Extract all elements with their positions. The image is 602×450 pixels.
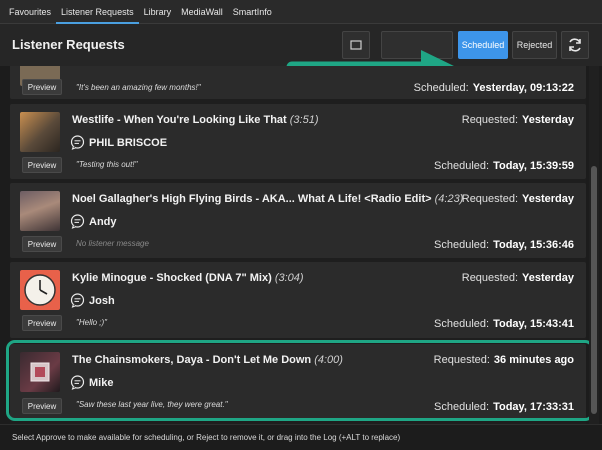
song-title: Kylie Minogue - Shocked (DNA 7" Mix) (3:… xyxy=(72,272,304,284)
scheduled-button[interactable]: Scheduled xyxy=(458,31,508,59)
requests-header: Listener Requests Scheduled Rejected xyxy=(0,24,602,84)
tab-favourites[interactable]: Favourites xyxy=(4,0,56,24)
scheduled-time: Scheduled: Yesterday, 09:13:22 xyxy=(413,82,574,94)
request-card[interactable]: Preview Noel Gallagher's High Flying Bir… xyxy=(10,183,586,258)
song-title: Noel Gallagher's High Flying Birds - AKA… xyxy=(72,193,464,205)
listener-message: "It's been an amazing few months!" xyxy=(76,83,201,92)
listener-name: PHIL BRISCOE xyxy=(70,135,167,150)
requested-time: Requested: Yesterday xyxy=(461,272,574,284)
rejected-button[interactable]: Rejected xyxy=(512,31,557,59)
preview-button[interactable]: Preview xyxy=(22,315,62,331)
preview-button[interactable]: Preview xyxy=(22,236,62,252)
tab-listener-requests[interactable]: Listener Requests xyxy=(56,0,139,24)
footer-hint: Select Approve to make available for sch… xyxy=(12,433,401,442)
chat-bubble-icon xyxy=(70,214,85,229)
scrollbar-thumb[interactable] xyxy=(591,166,597,414)
chat-bubble-icon xyxy=(70,293,85,308)
list-scrollbar[interactable] xyxy=(589,66,599,424)
tab-library[interactable]: Library xyxy=(139,0,177,24)
page-title: Listener Requests xyxy=(12,37,125,52)
listener-name: Josh xyxy=(70,293,115,308)
scheduled-time: Scheduled: Today, 15:36:46 xyxy=(434,239,574,251)
request-card[interactable]: Preview "It's been an amazing few months… xyxy=(10,66,586,99)
refresh-button[interactable] xyxy=(561,31,589,59)
status-bar: Select Approve to make available for sch… xyxy=(0,424,602,450)
song-title: Westlife - When You're Looking Like That… xyxy=(72,114,319,126)
scheduled-time: Scheduled: Today, 15:39:59 xyxy=(434,160,574,172)
highlight-outline xyxy=(6,340,594,421)
chat-bubble-icon xyxy=(70,135,85,150)
album-cover xyxy=(20,191,60,231)
listener-message: "Testing this out!" xyxy=(76,160,138,169)
request-card[interactable]: Preview Westlife - When You're Looking L… xyxy=(10,104,586,179)
listener-message: No listener message xyxy=(76,239,149,248)
listener-message: "Hello ;)" xyxy=(76,318,108,327)
clock-artwork-icon xyxy=(24,274,56,306)
album-cover xyxy=(20,112,60,152)
preview-button[interactable]: Preview xyxy=(22,79,62,95)
preview-button[interactable]: Preview xyxy=(22,157,62,173)
refresh-icon xyxy=(569,38,581,52)
listener-name: Andy xyxy=(70,214,117,229)
request-card[interactable]: Preview Kylie Minogue - Shocked (DNA 7" … xyxy=(10,262,586,338)
album-cover xyxy=(20,270,60,310)
tab-bar: Favourites Listener Requests Library Med… xyxy=(0,0,602,24)
scheduled-time: Scheduled: Today, 15:43:41 xyxy=(434,318,574,330)
requested-time: Requested: Yesterday xyxy=(461,193,574,205)
tab-mediawall[interactable]: MediaWall xyxy=(176,0,228,24)
tab-smartinfo[interactable]: SmartInfo xyxy=(228,0,277,24)
requested-time: Requested: Yesterday xyxy=(461,114,574,126)
